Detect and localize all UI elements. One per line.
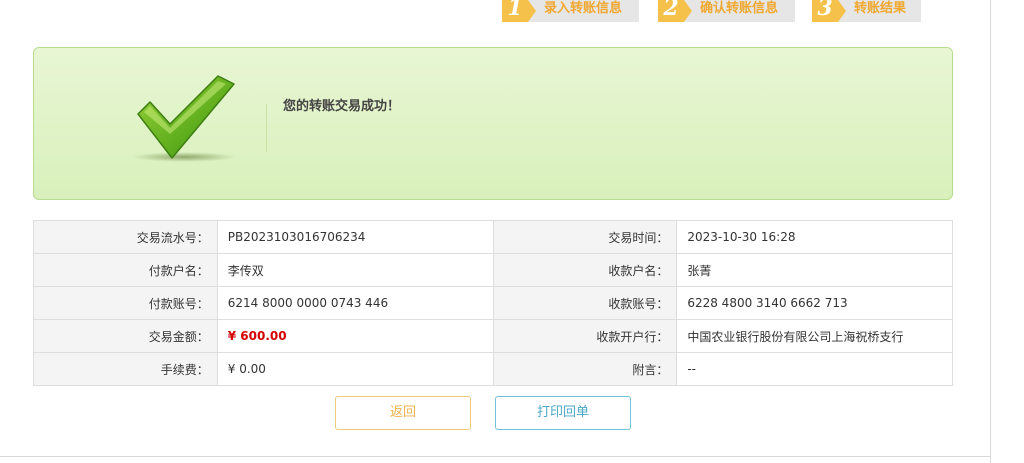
payer-name-value: 李传双 xyxy=(216,253,494,287)
transaction-time-label: 交易时间： xyxy=(492,220,678,254)
amount-value: ¥ 600.00 xyxy=(227,329,287,343)
remark-label: 附言： xyxy=(492,352,678,386)
step-label: 录入转账信息 xyxy=(544,1,623,16)
table-row: 交易流水号： PB2023103016706234 交易时间： 2023-10-… xyxy=(33,220,953,254)
page-bottom-border xyxy=(0,456,991,457)
success-message: 您的转账交易成功！ xyxy=(283,99,401,114)
table-row: 付款户名： 李传双 收款户名： 张菁 xyxy=(33,253,953,287)
amount-label: 交易金额： xyxy=(33,319,218,353)
payee-name-label: 收款户名： xyxy=(492,253,678,287)
back-button[interactable]: 返回 xyxy=(335,396,471,430)
success-divider xyxy=(266,104,267,152)
payee-bank-value: 中国农业银行股份有限公司上海祝桥支行 xyxy=(676,319,953,353)
payer-account-label: 付款账号： xyxy=(33,286,218,320)
progress-steps: 1 录入转账信息 2 确认转账信息 3 转账结果 xyxy=(502,0,922,22)
serial-number-value: PB2023103016706234 xyxy=(216,220,494,254)
step-number: 1 xyxy=(502,0,536,22)
success-panel: 您的转账交易成功！ xyxy=(33,47,953,200)
table-row: 付款账号： 6214 8000 0000 0743 446 收款账号： 6228… xyxy=(33,286,953,320)
step-number: 2 xyxy=(658,0,692,22)
print-receipt-button[interactable]: 打印回单 xyxy=(495,396,631,430)
checkmark-icon xyxy=(130,72,240,167)
step-3: 3 转账结果 xyxy=(812,0,921,22)
serial-number-label: 交易流水号： xyxy=(33,220,218,254)
step-label: 确认转账信息 xyxy=(700,1,779,16)
fee-value: ¥ 0.00 xyxy=(216,352,494,386)
step-number: 3 xyxy=(812,0,846,22)
remark-value: -- xyxy=(676,352,953,386)
transaction-time-value: 2023-10-30 16:28 xyxy=(676,220,953,254)
step-label: 转账结果 xyxy=(854,1,907,16)
payee-name-value: 张菁 xyxy=(676,253,953,287)
payee-account-value: 6228 4800 3140 6662 713 xyxy=(676,286,953,320)
step-2: 2 确认转账信息 xyxy=(658,0,795,22)
payer-account-value: 6214 8000 0000 0743 446 xyxy=(216,286,494,320)
page-right-border xyxy=(990,0,991,463)
transfer-details-table: 交易流水号： PB2023103016706234 交易时间： 2023-10-… xyxy=(33,220,953,386)
amount-cell: ¥ 600.00 xyxy=(216,319,494,353)
fee-label: 手续费： xyxy=(33,352,218,386)
table-row: 手续费： ¥ 0.00 附言： -- xyxy=(33,352,953,386)
checkmark-graphic xyxy=(137,75,235,159)
table-row: 交易金额： ¥ 600.00 收款开户行： 中国农业银行股份有限公司上海祝桥支行 xyxy=(33,319,953,353)
payee-bank-label: 收款开户行： xyxy=(492,319,678,353)
payer-name-label: 付款户名： xyxy=(33,253,218,287)
payee-account-label: 收款账号： xyxy=(492,286,678,320)
step-1: 1 录入转账信息 xyxy=(502,0,639,22)
